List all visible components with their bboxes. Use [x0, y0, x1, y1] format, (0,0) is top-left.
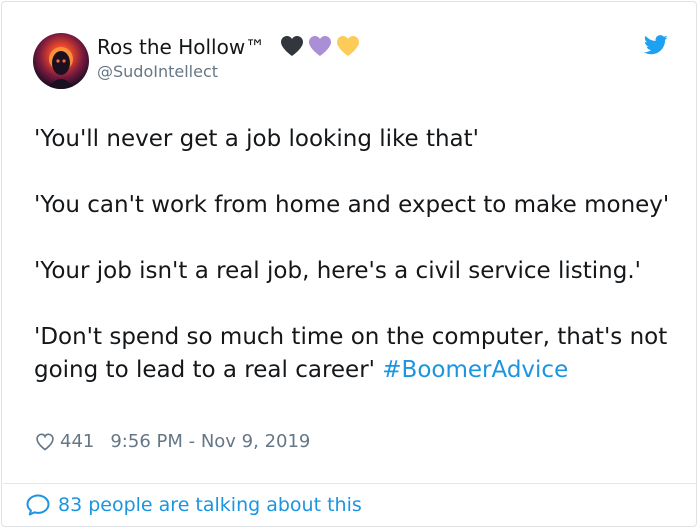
divider — [3, 483, 697, 484]
speech-bubble-icon — [26, 494, 50, 516]
black-heart-icon — [281, 36, 304, 56]
twitter-bird-icon[interactable] — [643, 35, 668, 59]
display-name[interactable]: Ros the Hollow™ — [97, 35, 265, 59]
tweet-timestamp[interactable]: 9:56 PM - Nov 9, 2019 — [110, 431, 310, 452]
name-emoji-group — [279, 34, 361, 58]
conversation-label[interactable]: 83 people are talking about this — [58, 494, 362, 516]
avatar[interactable] — [33, 33, 89, 89]
purple-heart-icon — [309, 36, 332, 56]
author-name-row[interactable]: Ros the Hollow™ — [97, 35, 361, 59]
tweet-paragraph-text: 'Don't spend so much time on the compute… — [34, 324, 668, 383]
tweet-paragraph-last: 'Don't spend so much time on the compute… — [34, 321, 674, 387]
tweet-paragraph: 'You can't work from home and expect to … — [34, 192, 670, 218]
tweet-paragraph: 'You'll never get a job looking like tha… — [34, 126, 479, 152]
hashtag-link[interactable]: #BoomerAdvice — [382, 357, 568, 383]
yellow-heart-icon — [337, 36, 360, 56]
tweet-meta: 441 9:56 PM - Nov 9, 2019 — [35, 431, 310, 452]
tweet-card: Ros the Hollow™ @SudoIntellect 'You'll n… — [1, 1, 697, 527]
tweet-paragraph: 'Your job isn't a real job, here's a civ… — [34, 258, 641, 284]
tweet-text: 'You'll never get a job looking like tha… — [34, 123, 674, 387]
heart-outline-icon[interactable] — [35, 432, 55, 452]
conversation-link[interactable]: 83 people are talking about this — [26, 494, 362, 516]
author-handle[interactable]: @SudoIntellect — [97, 62, 218, 81]
like-count[interactable]: 441 — [60, 431, 94, 452]
